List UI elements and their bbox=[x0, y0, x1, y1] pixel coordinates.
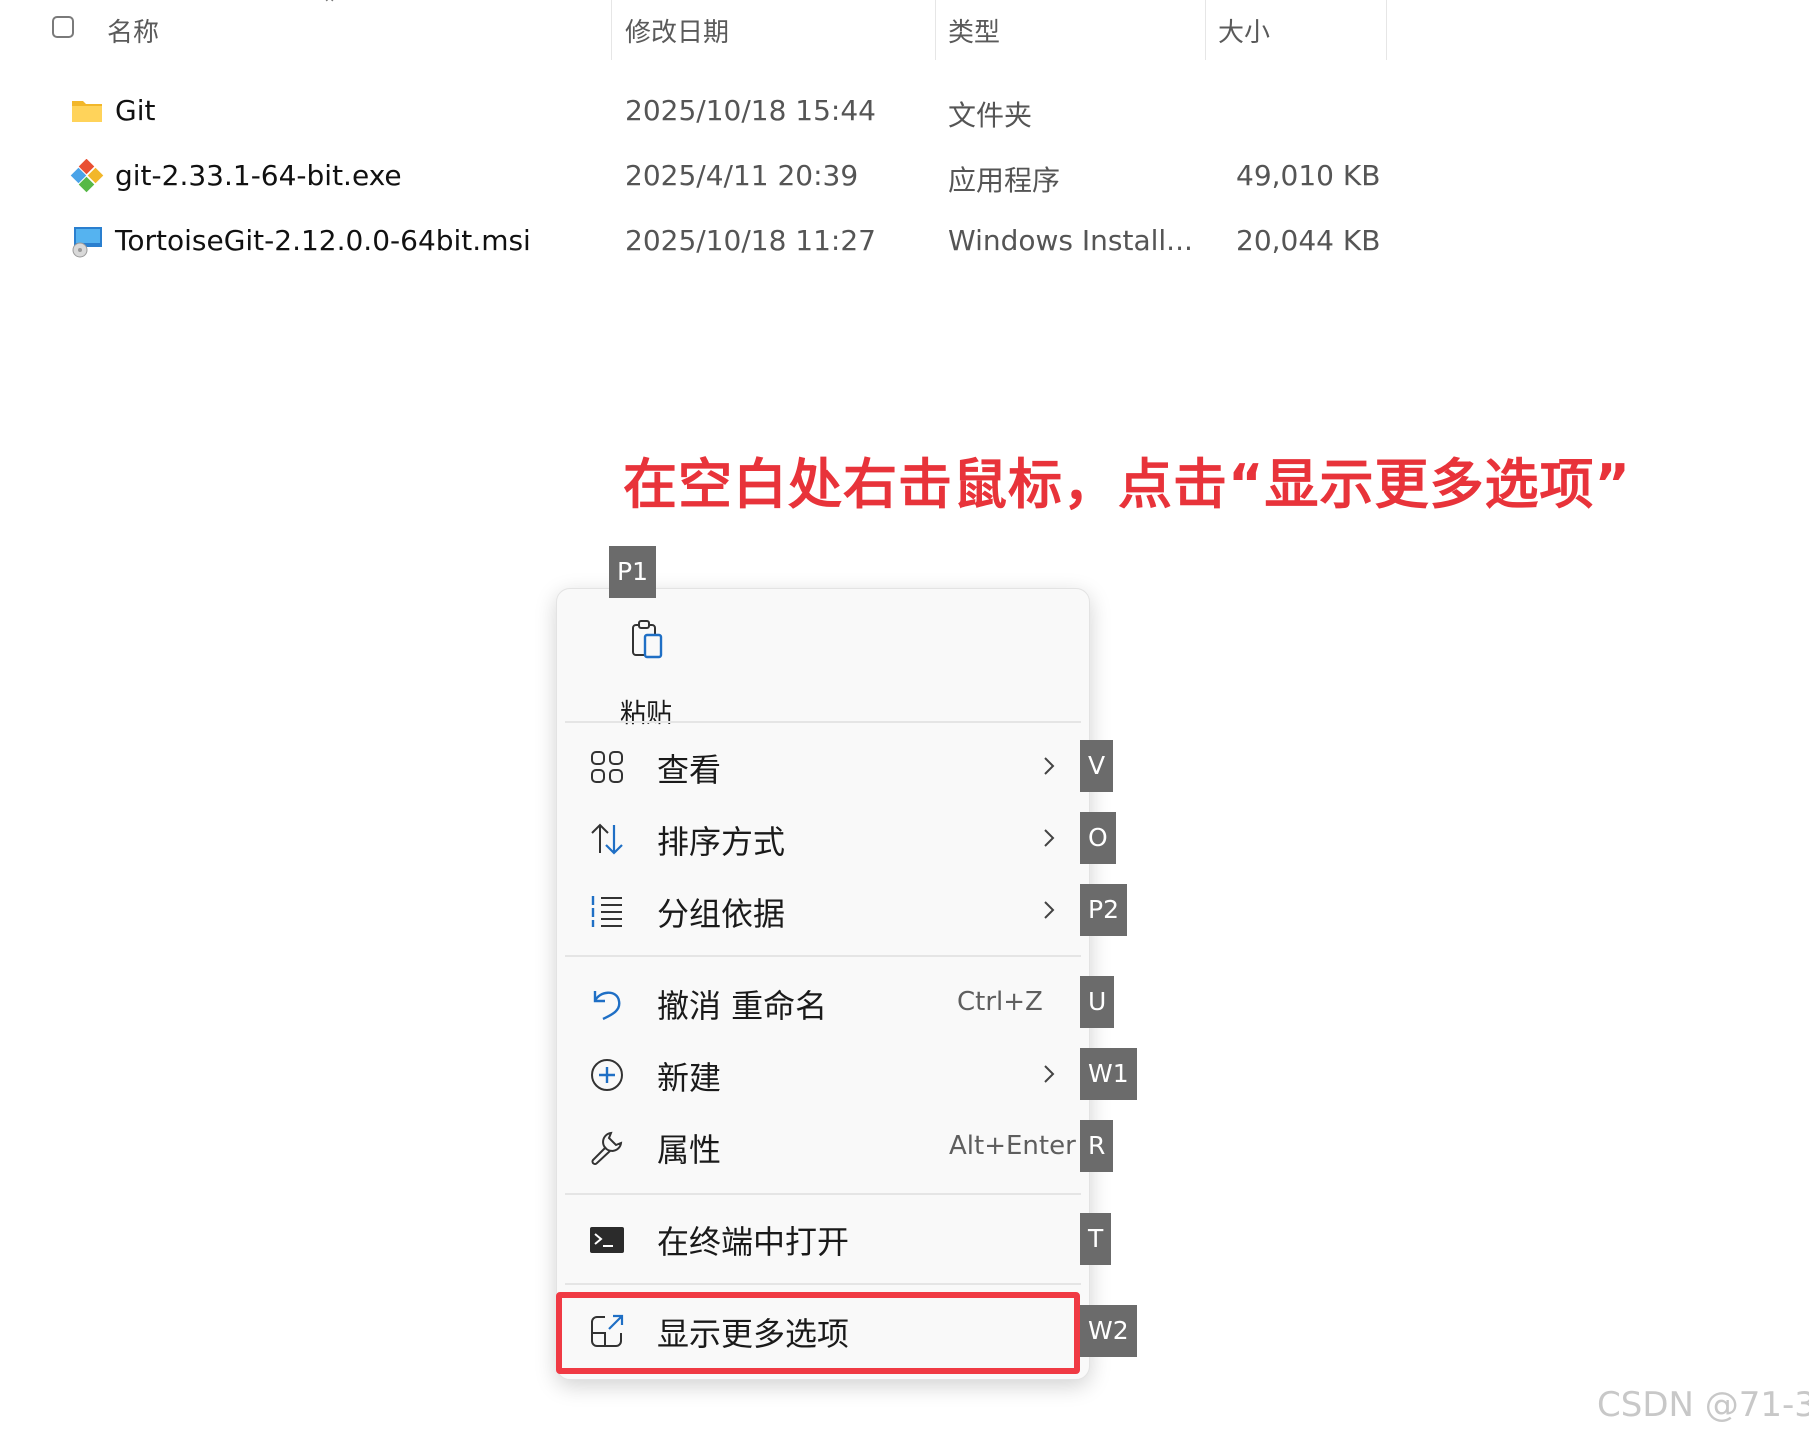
menu-item-label: 新建 bbox=[657, 1059, 722, 1097]
undo-icon bbox=[593, 991, 621, 1021]
menu-item-label: 排序方式 bbox=[657, 823, 786, 861]
menu-item-view[interactable]: 查看 bbox=[565, 733, 1081, 799]
shortcut-text: Ctrl+Z bbox=[957, 987, 1043, 1017]
file-name: Git bbox=[115, 94, 156, 127]
column-header-size[interactable]: 大小 bbox=[1218, 12, 1270, 49]
file-name: TortoiseGit-2.12.0.0-64bit.msi bbox=[115, 224, 531, 257]
highlight-box-show-more-options bbox=[556, 1292, 1080, 1374]
access-key-sort: O bbox=[1080, 812, 1116, 864]
file-type: 应用程序 bbox=[948, 164, 1061, 197]
access-key-properties: R bbox=[1080, 1120, 1114, 1172]
access-key-group: P2 bbox=[1080, 884, 1127, 936]
menu-item-label: 分组依据 bbox=[657, 895, 786, 933]
file-row-git-folder[interactable]: Git 2025/10/18 15:44 文件夹 bbox=[0, 84, 1400, 144]
terminal-icon bbox=[590, 1227, 624, 1253]
menu-item-label: 查看 bbox=[657, 751, 722, 789]
access-key-terminal: T bbox=[1080, 1213, 1112, 1265]
access-key-paste: P1 bbox=[609, 546, 656, 598]
file-name: git-2.33.1-64-bit.exe bbox=[115, 159, 402, 192]
menu-item-new[interactable]: 新建 bbox=[565, 1041, 1081, 1107]
menu-separator bbox=[565, 1283, 1081, 1285]
menu-item-undo-rename[interactable]: 撤消 重命名 Ctrl+Z bbox=[565, 969, 1081, 1035]
new-plus-icon bbox=[591, 1059, 623, 1091]
paste-button[interactable]: 粘贴 bbox=[601, 615, 691, 729]
menu-item-sort-by[interactable]: 排序方式 bbox=[565, 805, 1081, 871]
column-header-type[interactable]: 类型 bbox=[948, 12, 1000, 49]
access-key-new: W1 bbox=[1080, 1048, 1137, 1100]
column-divider[interactable] bbox=[611, 0, 612, 60]
column-header-modified[interactable]: 修改日期 bbox=[625, 12, 729, 49]
chevron-right-icon bbox=[1044, 829, 1055, 847]
annotation-instruction: 在空白处右击鼠标，点击“显示更多选项” bbox=[623, 453, 1631, 516]
file-modified: 2025/4/11 20:39 bbox=[625, 159, 859, 192]
access-key-show-more: W2 bbox=[1080, 1305, 1137, 1357]
menu-item-label: 属性 bbox=[657, 1131, 722, 1169]
git-exe-icon bbox=[70, 159, 104, 193]
file-modified: 2025/10/18 11:27 bbox=[625, 224, 876, 257]
shortcut-text: Alt+Enter bbox=[949, 1131, 1076, 1161]
column-divider[interactable] bbox=[1205, 0, 1206, 60]
file-type: 文件夹 bbox=[948, 99, 1033, 132]
column-divider[interactable] bbox=[935, 0, 936, 60]
menu-item-group-by[interactable]: 分组依据 bbox=[565, 877, 1081, 943]
watermark: CSDN @71-3 bbox=[1597, 1385, 1809, 1425]
sort-ascending-icon: ⌃ bbox=[322, 0, 338, 15]
menu-item-label: 在终端中打开 bbox=[657, 1223, 850, 1261]
access-key-undo: U bbox=[1080, 976, 1115, 1028]
chevron-right-icon bbox=[1044, 901, 1055, 919]
select-all-checkbox[interactable] bbox=[52, 16, 74, 38]
menu-separator bbox=[565, 721, 1081, 723]
file-row-tortoisegit-msi[interactable]: TortoiseGit-2.12.0.0-64bit.msi 2025/10/1… bbox=[0, 214, 1400, 274]
folder-icon bbox=[72, 101, 102, 122]
file-size: 49,010 KB bbox=[1236, 159, 1381, 192]
menu-item-properties[interactable]: 属性 Alt+Enter bbox=[565, 1113, 1081, 1179]
file-type: Windows Install... bbox=[948, 224, 1193, 257]
chevron-right-icon bbox=[1044, 1065, 1055, 1083]
sort-icon bbox=[591, 823, 623, 855]
context-menu: 粘贴 查看 排序方式 分组依据 撤消 重命名 Ctrl+Z 新建 属性 Alt+… bbox=[556, 588, 1090, 1380]
paste-icon bbox=[632, 620, 663, 659]
column-divider[interactable] bbox=[1386, 0, 1387, 60]
file-size: 20,044 KB bbox=[1236, 224, 1381, 257]
wrench-icon bbox=[591, 1131, 623, 1165]
grid-view-icon bbox=[591, 751, 623, 783]
group-list-icon bbox=[591, 896, 622, 927]
file-modified: 2025/10/18 15:44 bbox=[625, 94, 876, 127]
msi-installer-icon bbox=[72, 227, 102, 258]
file-row-git-exe[interactable]: git-2.33.1-64-bit.exe 2025/4/11 20:39 应用… bbox=[0, 149, 1400, 209]
column-header-row: 名称 ⌃ 修改日期 类型 大小 bbox=[0, 0, 1400, 60]
menu-item-open-in-terminal[interactable]: 在终端中打开 bbox=[565, 1205, 1081, 1271]
column-header-name[interactable]: 名称 bbox=[107, 12, 159, 49]
chevron-right-icon bbox=[1044, 757, 1055, 775]
menu-item-label: 撤消 重命名 bbox=[657, 987, 828, 1025]
menu-separator bbox=[565, 955, 1081, 957]
access-key-view: V bbox=[1080, 740, 1114, 792]
paste-label: 粘贴 bbox=[619, 699, 672, 729]
menu-separator bbox=[565, 1193, 1081, 1195]
